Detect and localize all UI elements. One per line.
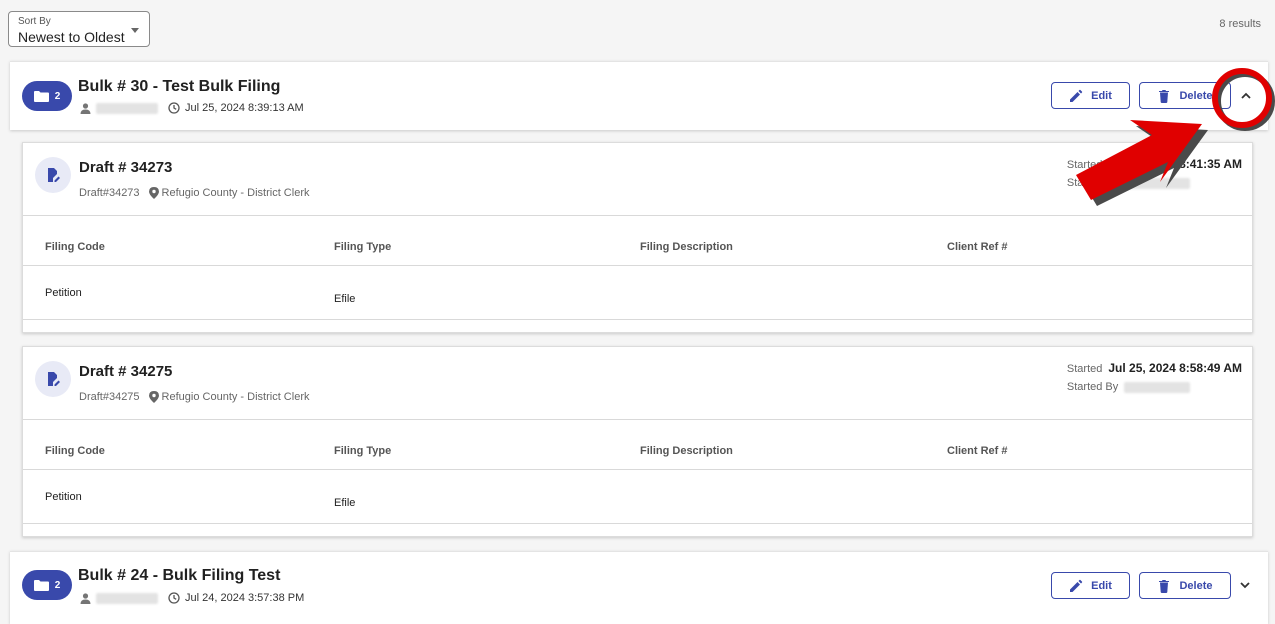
divider xyxy=(23,319,1252,320)
column-header-filing-type: Filing Type xyxy=(334,241,392,253)
bulk-card: 2 Bulk # 24 - Bulk Filing Test Jul 24, 2… xyxy=(10,551,1268,624)
column-header-filing-code: Filing Code xyxy=(45,445,105,457)
bulk-meta: Jul 25, 2024 8:39:13 AM xyxy=(80,102,304,114)
divider xyxy=(23,215,1252,216)
draft-file-icon xyxy=(48,168,60,182)
delete-button[interactable]: Delete xyxy=(1139,572,1231,599)
draft-id: Draft#34273 xyxy=(79,187,140,199)
draft-card: Draft # 34275 Draft#34275 Refugio County… xyxy=(22,346,1253,537)
chevron-down-icon xyxy=(1240,582,1250,589)
edit-button[interactable]: Edit xyxy=(1051,82,1130,109)
trash-icon xyxy=(1159,89,1170,103)
bulk-badge-count: 2 xyxy=(54,90,61,102)
bulk-badge-count: 2 xyxy=(54,579,61,591)
sort-by-label: Sort By xyxy=(18,16,51,27)
bulk-card: 2 Bulk # 30 - Test Bulk Filing Jul 25, 2… xyxy=(10,61,1268,130)
folder-icon xyxy=(33,579,49,591)
blurred-started-by-name xyxy=(1124,177,1191,189)
draft-started-info: Started Jul 25, 2024 8:41:35 AM Started … xyxy=(1067,157,1242,189)
divider xyxy=(23,469,1252,470)
bulk-badge: 2 xyxy=(22,81,72,111)
caret-down-icon xyxy=(131,28,139,33)
draft-subtitle: Draft#34273 Refugio County - District Cl… xyxy=(79,187,309,199)
column-header-filing-description: Filing Description xyxy=(640,445,733,457)
blurred-user-name xyxy=(96,102,158,114)
edit-button[interactable]: Edit xyxy=(1051,572,1130,599)
cell-filing-type: Efile xyxy=(334,497,356,509)
chevron-up-icon xyxy=(1241,92,1251,99)
person-icon xyxy=(80,592,91,604)
column-header-client-ref: Client Ref # xyxy=(947,241,1008,253)
person-icon xyxy=(80,102,91,114)
location-pin-icon xyxy=(148,187,159,199)
clock-icon xyxy=(168,102,180,114)
bulk-timestamp: Jul 24, 2024 3:57:38 PM xyxy=(185,592,305,604)
cell-filing-code: Petition xyxy=(45,287,82,299)
draft-title: Draft # 34275 xyxy=(79,363,173,380)
cell-filing-code: Petition xyxy=(45,491,82,503)
cell-filing-type: Efile xyxy=(334,293,356,305)
edit-button-label: Edit xyxy=(1091,89,1112,102)
bulk-title: Bulk # 24 - Bulk Filing Test xyxy=(78,567,281,584)
results-count: 8 results xyxy=(1219,18,1261,30)
started-label: Started xyxy=(1066,363,1103,375)
column-header-client-ref: Client Ref # xyxy=(947,445,1008,457)
expand-toggle[interactable] xyxy=(1235,575,1255,595)
delete-button-label: Delete xyxy=(1179,89,1213,102)
column-header-filing-type: Filing Type xyxy=(334,445,392,457)
bulk-title: Bulk # 30 - Test Bulk Filing xyxy=(78,78,281,95)
draft-card: Draft # 34273 Draft#34273 Refugio County… xyxy=(22,142,1253,333)
divider xyxy=(23,523,1252,524)
started-value: Jul 25, 2024 8:41:35 AM xyxy=(1108,157,1242,171)
blurred-started-by-name xyxy=(1124,381,1191,393)
started-value: Jul 25, 2024 8:58:49 AM xyxy=(1108,361,1242,375)
divider xyxy=(23,419,1252,420)
draft-subtitle: Draft#34275 Refugio County - District Cl… xyxy=(79,391,309,403)
clock-icon xyxy=(168,592,180,604)
sort-by-select[interactable]: Sort By Newest to Oldest xyxy=(8,11,150,47)
draft-id: Draft#34275 xyxy=(79,391,140,403)
folder-icon xyxy=(33,90,49,102)
bulk-badge: 2 xyxy=(22,570,72,600)
draft-location: Refugio County - District Clerk xyxy=(161,391,310,403)
pencil-icon xyxy=(1070,579,1083,592)
bulk-meta: Jul 24, 2024 3:57:38 PM xyxy=(80,592,304,604)
pencil-icon xyxy=(1070,89,1083,102)
draft-icon-badge xyxy=(35,157,71,193)
collapse-toggle[interactable] xyxy=(1236,86,1256,106)
divider xyxy=(23,265,1252,266)
draft-location: Refugio County - District Clerk xyxy=(161,187,310,199)
started-by-label: Started By xyxy=(1066,177,1119,189)
edit-button-label: Edit xyxy=(1091,579,1112,592)
delete-button[interactable]: Delete xyxy=(1139,82,1231,109)
delete-button-label: Delete xyxy=(1179,579,1213,592)
started-label: Started xyxy=(1066,159,1103,171)
draft-title: Draft # 34273 xyxy=(79,159,173,176)
location-pin-icon xyxy=(148,391,159,403)
draft-started-info: Started Jul 25, 2024 8:58:49 AM Started … xyxy=(1067,361,1242,393)
trash-icon xyxy=(1159,579,1170,593)
bulk-timestamp: Jul 25, 2024 8:39:13 AM xyxy=(185,102,304,114)
draft-file-icon xyxy=(48,372,60,386)
column-header-filing-code: Filing Code xyxy=(45,241,105,253)
blurred-user-name xyxy=(96,592,158,604)
sort-by-value: Newest to Oldest xyxy=(18,29,125,45)
column-header-filing-description: Filing Description xyxy=(640,241,733,253)
draft-icon-badge xyxy=(35,361,71,397)
started-by-label: Started By xyxy=(1066,381,1119,393)
